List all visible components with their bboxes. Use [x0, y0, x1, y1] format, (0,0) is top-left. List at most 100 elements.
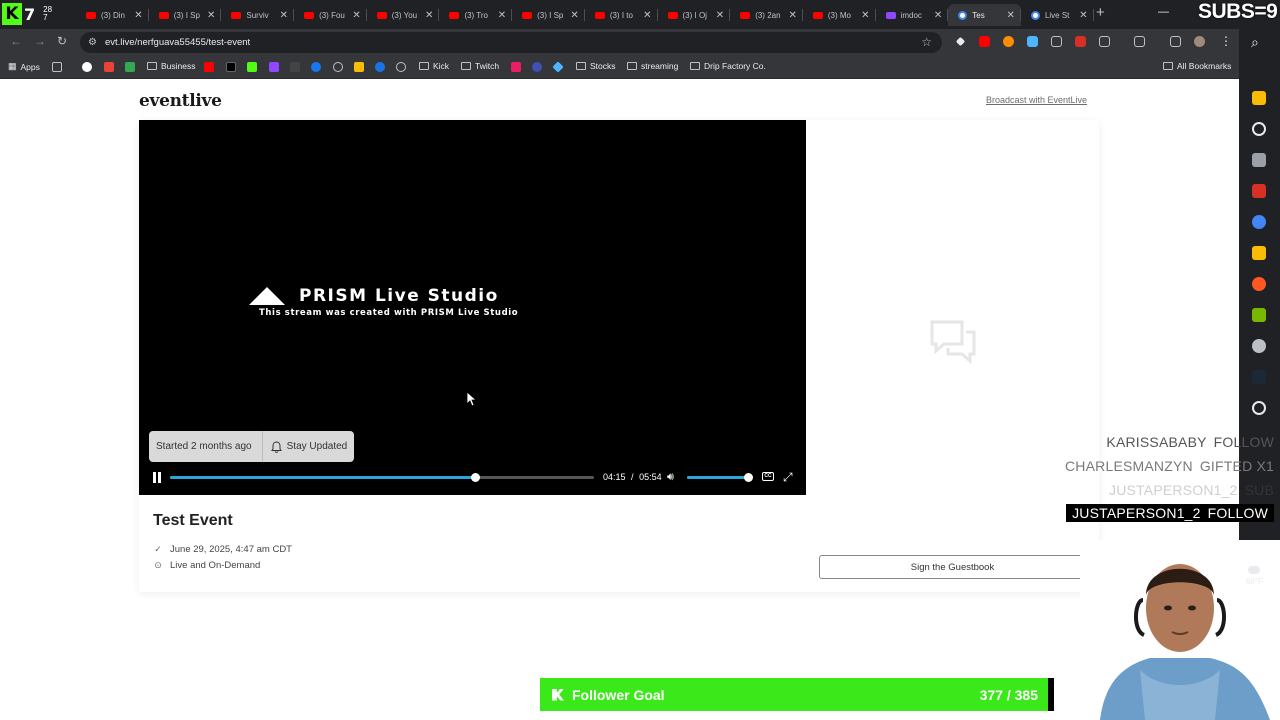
seek-bar[interactable]: [170, 473, 594, 482]
bookmark-google-icon[interactable]: [82, 62, 92, 72]
browser-tab[interactable]: (3) Fou ✕: [294, 4, 367, 26]
bookmark-blue-icon[interactable]: [375, 62, 385, 72]
profile-avatar[interactable]: [1194, 36, 1205, 47]
bookmark-apps[interactable]: ▦ Apps: [8, 61, 40, 72]
browser-menu-icon[interactable]: ⋮: [1220, 34, 1232, 48]
tab-close-icon[interactable]: ✕: [788, 10, 796, 21]
bookmark-star-icon[interactable]: ☆: [921, 35, 932, 49]
side-red-icon[interactable]: [1252, 184, 1266, 198]
volume-handle[interactable]: [743, 473, 753, 482]
downloads-icon[interactable]: [1170, 36, 1181, 47]
tab-close-icon[interactable]: ✕: [280, 10, 288, 21]
side-obs-icon[interactable]: [1252, 401, 1266, 415]
browser-tab[interactable]: Tes ✕: [948, 4, 1021, 26]
side-chrome-icon[interactable]: [1252, 215, 1266, 229]
browser-tab[interactable]: (3) Tro ✕: [439, 4, 512, 26]
address-bar[interactable]: ⚙ evt.live/nerfguava55455/test-event ☆: [80, 32, 942, 53]
bookmark-grid-icon[interactable]: [52, 62, 62, 72]
bookmark-pink-icon[interactable]: [511, 62, 521, 72]
bookmark-globe-icon[interactable]: [396, 62, 406, 72]
bookmark-twitch[interactable]: Twitch: [461, 61, 499, 71]
seek-handle[interactable]: [471, 473, 481, 482]
bookmark-kick[interactable]: Kick: [419, 61, 449, 71]
bookmark-all[interactable]: All Bookmarks: [1163, 61, 1231, 71]
bookmark-business[interactable]: Business: [147, 61, 196, 71]
browser-tab[interactable]: (3) I to ✕: [585, 4, 658, 26]
pause-icon[interactable]: [152, 472, 162, 483]
video-player[interactable]: PRISM Live Studio This stream was create…: [139, 120, 806, 495]
bookmark-streaming[interactable]: streaming: [627, 61, 678, 71]
side-gray-icon[interactable]: [1252, 339, 1266, 353]
tab-close-icon[interactable]: ✕: [1007, 10, 1015, 21]
extensions-puzzle-icon[interactable]: [1099, 36, 1110, 47]
bookmark-circle-icon[interactable]: [333, 62, 343, 72]
tab-close-icon[interactable]: ✕: [716, 10, 724, 21]
new-tab-button[interactable]: +: [1096, 4, 1105, 21]
tab-close-icon[interactable]: ✕: [1079, 10, 1087, 21]
sign-guestbook-button[interactable]: Sign the Guestbook: [819, 555, 1086, 579]
extension-blue-icon[interactable]: [1027, 36, 1038, 47]
extension-diamond-icon[interactable]: [955, 36, 966, 47]
browser-tab[interactable]: (3) Mo ✕: [803, 4, 876, 26]
bookmark-facebook-icon[interactable]: [311, 62, 321, 72]
browser-tab[interactable]: imdoc ✕: [876, 4, 949, 26]
extension-orange-icon[interactable]: [1003, 36, 1014, 47]
broadcast-link[interactable]: Broadcast with EventLive: [986, 95, 1087, 105]
bookmark-twitch-icon[interactable]: [269, 62, 279, 72]
side-app-icon[interactable]: [1252, 153, 1266, 167]
tab-close-icon[interactable]: ✕: [352, 10, 360, 21]
eventlive-logo[interactable]: eventlive: [139, 91, 222, 111]
extension-check-icon[interactable]: [1051, 36, 1062, 47]
viewer-count: 7: [24, 4, 36, 24]
tab-close-icon[interactable]: ✕: [207, 10, 215, 21]
volume-icon[interactable]: 🔊︎: [667, 471, 674, 484]
volume-slider[interactable]: [687, 473, 753, 482]
bookmark-gmail-icon[interactable]: [104, 62, 114, 72]
bookmark-youtube-icon[interactable]: [204, 62, 214, 72]
stay-updated-button[interactable]: Stay Updated: [261, 431, 355, 462]
bookmark-kick-icon[interactable]: [247, 62, 257, 72]
reload-icon[interactable]: ↻: [57, 34, 67, 48]
browser-tab[interactable]: Surviv ✕: [221, 4, 294, 26]
side-nvidia-icon[interactable]: [1252, 308, 1266, 322]
tab-close-icon[interactable]: ✕: [498, 10, 506, 21]
browser-tab[interactable]: (3) I Sp ✕: [149, 4, 222, 26]
bookmark-indigo-icon[interactable]: [532, 62, 542, 72]
browser-tab[interactable]: (3) 2an ✕: [730, 4, 803, 26]
tab-close-icon[interactable]: ✕: [425, 10, 433, 21]
bookmark-dark-icon[interactable]: [290, 62, 300, 72]
side-steam-icon[interactable]: [1252, 370, 1266, 384]
tab-search-icon[interactable]: [1134, 36, 1145, 47]
extension-youtube-icon[interactable]: [979, 36, 990, 47]
minimize-button[interactable]: —: [1158, 6, 1169, 18]
bookmark-x-icon[interactable]: [226, 62, 236, 72]
tab-close-icon[interactable]: ✕: [861, 10, 869, 21]
extension-red-icon[interactable]: [1075, 36, 1086, 47]
site-info-icon[interactable]: ⚙: [88, 37, 97, 48]
browser-tab[interactable]: (3) I Oj ✕: [658, 4, 731, 26]
browser-tab[interactable]: (3) You ✕: [367, 4, 440, 26]
tab-close-icon[interactable]: ✕: [134, 10, 142, 21]
tab-label: Surviv: [246, 10, 269, 20]
side-settings-icon[interactable]: [1252, 122, 1266, 136]
search-icon[interactable]: ⌕: [1251, 34, 1259, 51]
forward-arrow-icon[interactable]: →: [34, 34, 46, 48]
bookmark-stocks[interactable]: Stocks: [576, 61, 616, 71]
tab-close-icon[interactable]: ✕: [934, 10, 942, 21]
bookmark-star-blue-icon[interactable]: [552, 61, 564, 73]
browser-tab[interactable]: (3) Din ✕: [76, 4, 149, 26]
browser-tab[interactable]: Live St ✕: [1021, 4, 1094, 26]
back-arrow-icon[interactable]: ←: [10, 34, 22, 48]
side-store-icon[interactable]: [1252, 246, 1266, 260]
bookmark-drip[interactable]: Drip Factory Co.: [690, 61, 766, 71]
tab-close-icon[interactable]: ✕: [570, 10, 578, 21]
current-time: 04:15: [603, 472, 626, 482]
captions-icon[interactable]: CC: [762, 472, 774, 481]
bookmark-yellow-icon[interactable]: [354, 62, 364, 72]
side-orange-icon[interactable]: [1252, 277, 1266, 291]
bookmark-green-icon[interactable]: [125, 62, 135, 72]
browser-tab[interactable]: (3) I Sp ✕: [512, 4, 585, 26]
side-folder-icon[interactable]: [1252, 91, 1266, 105]
tab-close-icon[interactable]: ✕: [643, 10, 651, 21]
fullscreen-icon[interactable]: ⤢: [783, 470, 793, 485]
